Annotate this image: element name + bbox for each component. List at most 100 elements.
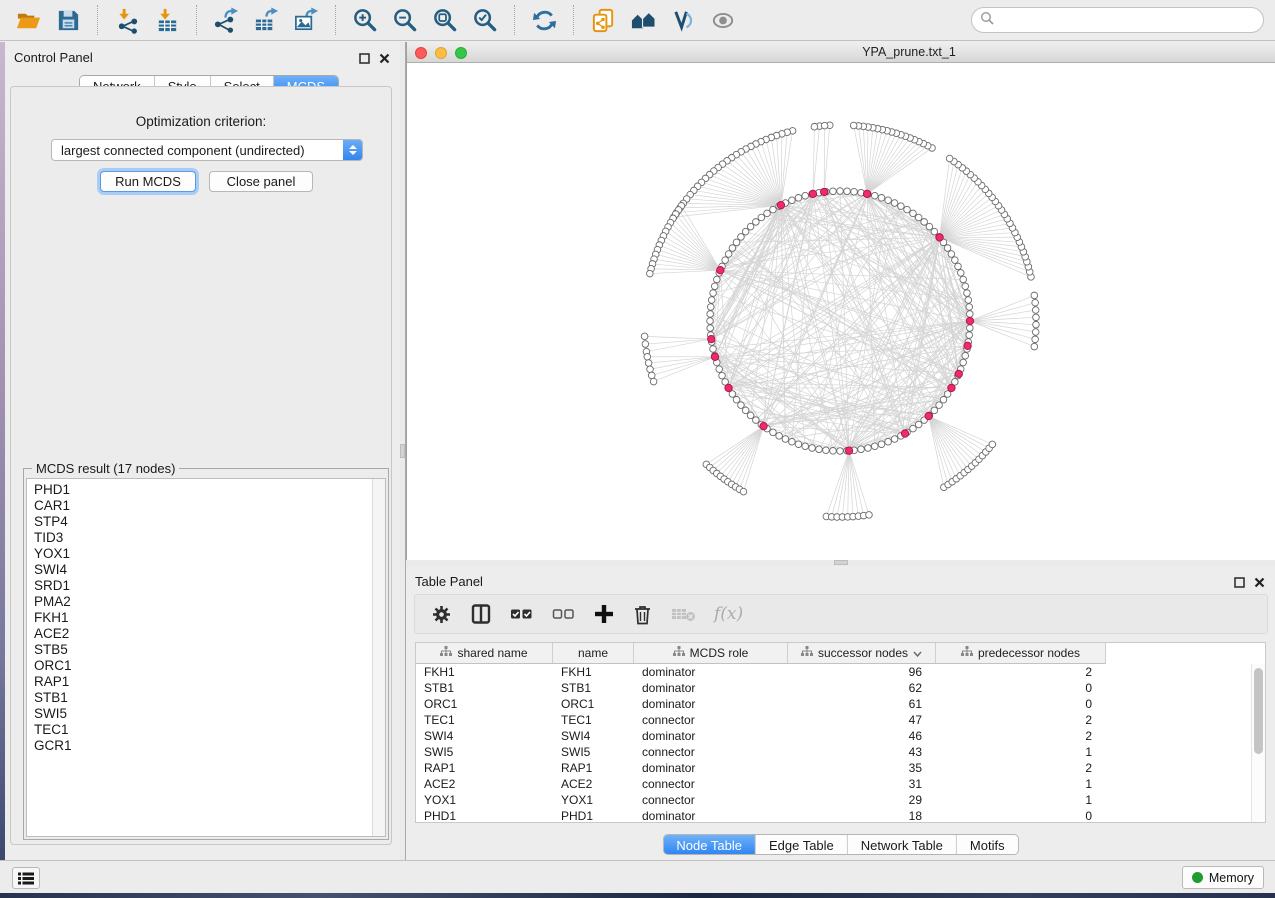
network-node[interactable] — [816, 446, 823, 453]
network-node[interactable] — [965, 297, 972, 304]
eye-icon[interactable] — [707, 4, 739, 36]
network-node[interactable] — [1033, 321, 1040, 328]
mcds-node[interactable] — [717, 267, 724, 274]
network-node[interactable] — [885, 438, 892, 445]
mcds-result-item[interactable]: SRD1 — [27, 578, 372, 594]
mcds-node[interactable] — [964, 342, 971, 349]
network-node[interactable] — [729, 245, 736, 252]
network-node[interactable] — [931, 228, 938, 235]
mcds-node[interactable] — [708, 335, 715, 342]
network-node[interactable] — [770, 206, 777, 213]
network-node[interactable] — [936, 402, 943, 409]
network-node[interactable] — [782, 436, 789, 443]
table-cell[interactable]: 2 — [936, 664, 1106, 680]
table-cell[interactable]: dominator — [634, 808, 788, 822]
delete-column-icon[interactable] — [633, 604, 652, 625]
network-node[interactable] — [837, 448, 844, 455]
network-node[interactable] — [1032, 307, 1039, 314]
network-node[interactable] — [871, 192, 878, 199]
network-node[interactable] — [952, 257, 959, 264]
network-node[interactable] — [830, 188, 837, 195]
network-node[interactable] — [809, 445, 816, 452]
tab-network-table[interactable]: Network Table — [848, 835, 957, 854]
network-node[interactable] — [966, 304, 973, 311]
network-node[interactable] — [740, 488, 747, 495]
network-node[interactable] — [844, 188, 851, 195]
table-cell[interactable]: 61 — [788, 696, 936, 712]
network-node[interactable] — [1032, 329, 1039, 336]
network-node[interactable] — [1033, 314, 1040, 321]
network-node[interactable] — [960, 359, 967, 366]
network-node[interactable] — [747, 412, 754, 419]
tab-edge-table[interactable]: Edge Table — [756, 835, 848, 854]
table-cell[interactable]: YOX1 — [416, 792, 553, 808]
network-node[interactable] — [865, 445, 872, 452]
table-cell[interactable]: ACE2 — [416, 776, 553, 792]
network-node[interactable] — [1032, 299, 1039, 306]
add-column-icon[interactable] — [594, 604, 614, 624]
mcds-result-item[interactable]: STB5 — [27, 642, 372, 658]
mcds-result-item[interactable]: SWI5 — [27, 706, 372, 722]
table-row[interactable]: RAP1RAP1dominator352 — [416, 760, 1251, 776]
network-node[interactable] — [710, 290, 717, 297]
table-cell[interactable]: 96 — [788, 664, 936, 680]
zoom-in-icon[interactable] — [349, 4, 381, 36]
table-cell[interactable]: dominator — [634, 728, 788, 744]
network-node[interactable] — [931, 407, 938, 414]
network-node[interactable] — [707, 304, 714, 311]
network-node[interactable] — [647, 366, 654, 373]
network-node[interactable] — [707, 318, 714, 325]
network-node[interactable] — [851, 188, 858, 195]
network-node[interactable] — [891, 436, 898, 443]
network-node[interactable] — [891, 200, 898, 207]
table-cell[interactable]: 1 — [936, 744, 1106, 760]
mcds-list-scrollbar[interactable] — [372, 479, 385, 836]
table-row[interactable]: ORC1ORC1dominator610 — [416, 696, 1251, 712]
network-node[interactable] — [733, 396, 740, 403]
save-icon[interactable] — [52, 4, 84, 36]
deselect-all-icon[interactable] — [552, 606, 575, 622]
table-cell[interactable]: YOX1 — [553, 792, 634, 808]
network-node[interactable] — [926, 223, 933, 230]
network-node[interactable] — [910, 425, 917, 432]
table-cell[interactable]: STB1 — [553, 680, 634, 696]
network-node[interactable] — [711, 283, 718, 290]
table-cell[interactable]: FKH1 — [553, 664, 634, 680]
table-cell[interactable]: 18 — [788, 808, 936, 822]
mcds-result-item[interactable]: STB1 — [27, 690, 372, 706]
table-cell[interactable]: connector — [634, 792, 788, 808]
network-node[interactable] — [742, 228, 749, 235]
network-node[interactable] — [948, 251, 955, 258]
network-node[interactable] — [885, 197, 892, 204]
table-row[interactable]: YOX1YOX1connector291 — [416, 792, 1251, 808]
network-node[interactable] — [708, 297, 715, 304]
table-row[interactable]: PHD1PHD1dominator180 — [416, 808, 1251, 822]
mcds-result-item[interactable]: TID3 — [27, 530, 372, 546]
column-header-name[interactable]: name — [553, 643, 634, 663]
network-node[interactable] — [764, 210, 771, 217]
network-node[interactable] — [878, 441, 885, 448]
zoom-out-icon[interactable] — [389, 4, 421, 36]
table-cell[interactable]: 46 — [788, 728, 936, 744]
mcds-node[interactable] — [966, 317, 973, 324]
clone-network-icon[interactable] — [587, 4, 619, 36]
mcds-node[interactable] — [760, 422, 767, 429]
show-columns-icon[interactable] — [471, 604, 491, 624]
network-node[interactable] — [644, 353, 651, 360]
network-node[interactable] — [967, 311, 974, 318]
table-cell[interactable]: FKH1 — [416, 664, 553, 680]
network-node[interactable] — [871, 443, 878, 450]
network-overview-icon[interactable] — [627, 4, 659, 36]
column-header-successor-nodes[interactable]: successor nodes — [788, 643, 936, 663]
network-node[interactable] — [811, 123, 818, 130]
mcds-node[interactable] — [863, 190, 870, 197]
mcds-node[interactable] — [955, 370, 962, 377]
network-node[interactable] — [710, 346, 717, 353]
network-node[interactable] — [1031, 292, 1038, 299]
table-cell[interactable]: 2 — [936, 712, 1106, 728]
table-row[interactable]: SWI5SWI5connector431 — [416, 744, 1251, 760]
table-cell[interactable]: 43 — [788, 744, 936, 760]
close-panel-icon[interactable] — [1254, 575, 1265, 593]
network-node[interactable] — [830, 448, 837, 455]
table-cell[interactable]: 0 — [936, 808, 1106, 822]
